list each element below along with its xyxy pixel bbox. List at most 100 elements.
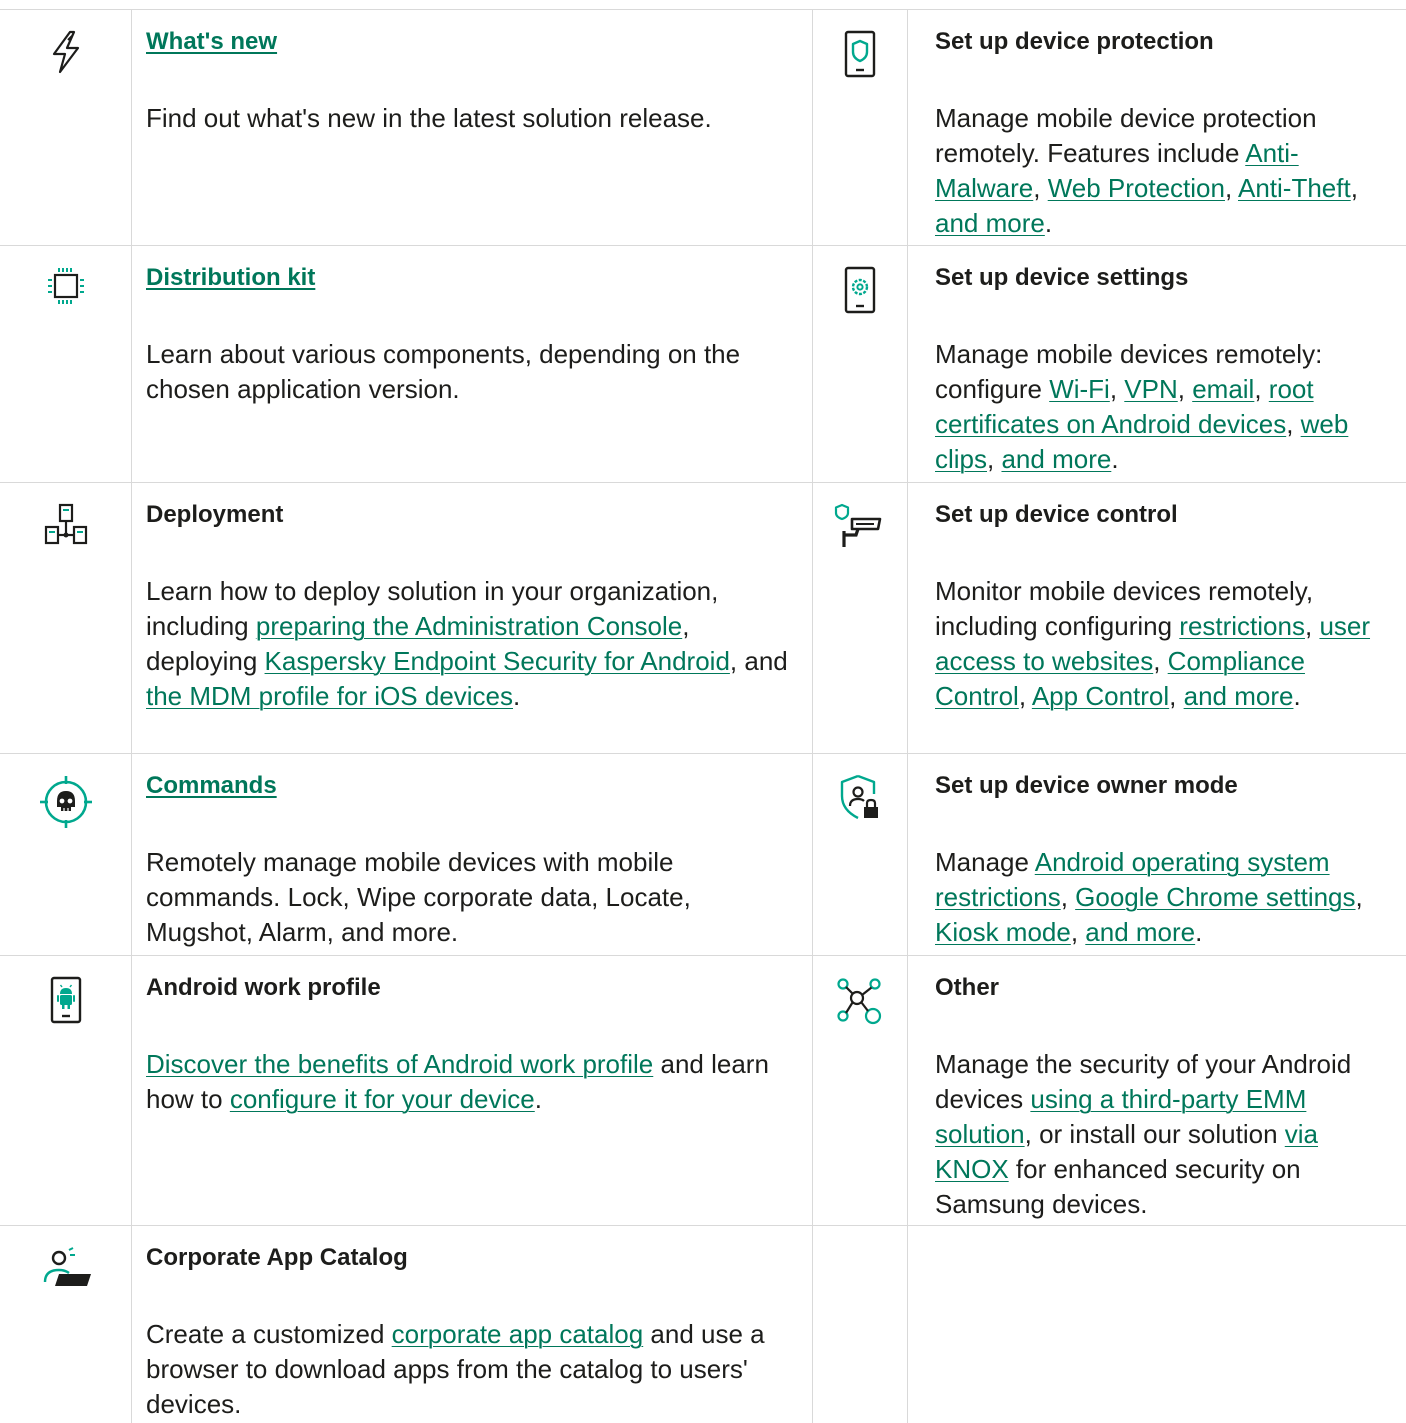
google-chrome-settings-link[interactable]: Google Chrome settings: [1075, 882, 1355, 912]
commands-title: Commands: [146, 771, 798, 801]
desc-text: Manage: [935, 847, 1035, 877]
app-catalog-card: Corporate App Catalog Create a customize…: [132, 1226, 813, 1423]
mdm-profile-link[interactable]: the MDM profile for iOS devices: [146, 681, 513, 711]
distribution-kit-icon-cell: [0, 246, 132, 483]
work-profile-card: Android work profile Discover the benefi…: [132, 956, 813, 1226]
configure-work-profile-link[interactable]: configure it for your device: [230, 1084, 535, 1114]
email-link[interactable]: email: [1192, 374, 1254, 404]
separator: .: [534, 1084, 542, 1114]
shield-camera-icon: [834, 503, 882, 547]
work-profile-icon-cell: [0, 956, 132, 1226]
commands-link[interactable]: Commands: [146, 772, 277, 799]
desc-text: , and: [729, 646, 788, 676]
desc-text: , or install our solution: [1024, 1119, 1285, 1149]
empty-card-cell: [908, 1226, 1406, 1423]
whats-new-icon-cell: [0, 10, 132, 246]
restrictions-link[interactable]: restrictions: [1179, 611, 1305, 641]
other-description: Manage the security of your Android devi…: [935, 1047, 1396, 1222]
deployment-card: Deployment Learn how to deploy solution …: [132, 483, 813, 754]
separator: ,: [1033, 173, 1048, 203]
kiosk-mode-link[interactable]: Kiosk mode: [935, 917, 1071, 947]
separator: ,: [1350, 173, 1358, 203]
tiles-grid-last-row: Corporate App Catalog Create a customize…: [0, 1226, 1406, 1423]
separator: .: [1111, 444, 1119, 474]
device-settings-icon-cell: [813, 246, 908, 483]
separator: .: [1195, 917, 1203, 947]
device-settings-description: Manage mobile devices remotely: configur…: [935, 337, 1396, 477]
separator: .: [1044, 208, 1053, 238]
device-control-icon-cell: [813, 483, 908, 754]
chip-icon: [47, 268, 84, 304]
android-phone-icon: [50, 976, 81, 1024]
vpn-link[interactable]: VPN: [1124, 374, 1177, 404]
distribution-kit-card: Distribution kit Learn about various com…: [132, 246, 813, 483]
separator: ,: [1177, 374, 1193, 404]
wifi-link[interactable]: Wi-Fi: [1049, 374, 1110, 404]
whats-new-title: What's new: [146, 27, 798, 57]
work-profile-title: Android work profile: [146, 974, 381, 1001]
and-more-link[interactable]: and more: [935, 208, 1045, 238]
app-control-link[interactable]: App Control: [1032, 681, 1169, 711]
separator: ,: [1355, 882, 1363, 912]
separator: ,: [1060, 882, 1076, 912]
other-title: Other: [935, 974, 1000, 1001]
separator: .: [1293, 681, 1301, 711]
separator: ,: [1254, 374, 1269, 404]
separator: ,: [1018, 681, 1032, 711]
web-protection-link[interactable]: Web Protection: [1048, 173, 1225, 203]
separator: ,: [1109, 374, 1125, 404]
and-more-link[interactable]: and more: [1184, 681, 1294, 711]
device-owner-title: Set up device owner mode: [935, 772, 1238, 799]
deployment-icon-cell: [0, 483, 132, 754]
distribution-kit-title: Distribution kit: [146, 263, 798, 293]
app-catalog-description: Create a customized corporate app catalo…: [146, 1317, 798, 1422]
device-protection-card: Set up device protection Manage mobile d…: [908, 10, 1406, 246]
lightning-icon: [52, 30, 79, 74]
separator: ,: [1286, 409, 1301, 439]
device-owner-description: Manage Android operating system restrict…: [935, 845, 1396, 950]
empty-icon-cell: [813, 1226, 908, 1423]
shield-user-lock-icon: [840, 774, 878, 820]
administration-console-link[interactable]: preparing the Administration Console: [256, 611, 682, 641]
app-catalog-icon-cell: [0, 1226, 132, 1423]
commands-description: Remotely manage mobile devices with mobi…: [146, 847, 691, 947]
work-profile-benefits-link[interactable]: Discover the benefits of Android work pr…: [146, 1049, 653, 1079]
user-laptop-icon: [43, 1247, 91, 1286]
device-settings-card: Set up device settings Manage mobile dev…: [908, 246, 1406, 483]
skull-target-icon: [39, 776, 92, 828]
device-protection-title: Set up device protection: [935, 28, 1214, 55]
whats-new-card: What's new Find out what's new in the la…: [132, 10, 813, 246]
distribution-kit-link[interactable]: Distribution kit: [146, 264, 315, 291]
deployment-description: Learn how to deploy solution in your org…: [146, 574, 798, 714]
separator: ,: [1070, 917, 1086, 947]
device-control-description: Monitor mobile devices remotely, includi…: [935, 574, 1396, 714]
whats-new-link[interactable]: What's new: [146, 28, 277, 55]
device-control-card: Set up device control Monitor mobile dev…: [908, 483, 1406, 754]
device-owner-icon-cell: [813, 754, 908, 956]
commands-icon-cell: [0, 754, 132, 956]
separator: ,: [1224, 173, 1238, 203]
distribution-kit-description: Learn about various components, dependin…: [146, 339, 741, 404]
kes-android-link[interactable]: Kaspersky Endpoint Security for Android: [265, 646, 730, 676]
other-card: Other Manage the security of your Androi…: [908, 956, 1406, 1226]
device-protection-icon-cell: [813, 10, 908, 246]
separator: ,: [1169, 681, 1184, 711]
corporate-app-catalog-link[interactable]: corporate app catalog: [392, 1319, 644, 1349]
commands-card: Commands Remotely manage mobile devices …: [132, 754, 813, 956]
shield-phone-icon: [844, 30, 876, 78]
whats-new-description: Find out what's new in the latest soluti…: [146, 103, 712, 133]
anti-theft-link[interactable]: Anti-Theft: [1238, 173, 1351, 203]
separator: ,: [1304, 611, 1320, 641]
and-more-link[interactable]: and more: [1001, 444, 1111, 474]
separator: ,: [1153, 646, 1168, 676]
separator: .: [513, 681, 521, 711]
deployment-title: Deployment: [146, 501, 284, 528]
network-icon: [44, 503, 87, 545]
other-icon-cell: [813, 956, 908, 1226]
desc-text: Create a customized: [146, 1319, 392, 1349]
separator: ,: [987, 444, 1002, 474]
and-more-link[interactable]: and more: [1085, 917, 1195, 947]
app-catalog-title: Corporate App Catalog: [146, 1244, 408, 1271]
tiles-grid: What's new Find out what's new in the la…: [0, 9, 1406, 1423]
device-settings-title: Set up device settings: [935, 264, 1189, 291]
